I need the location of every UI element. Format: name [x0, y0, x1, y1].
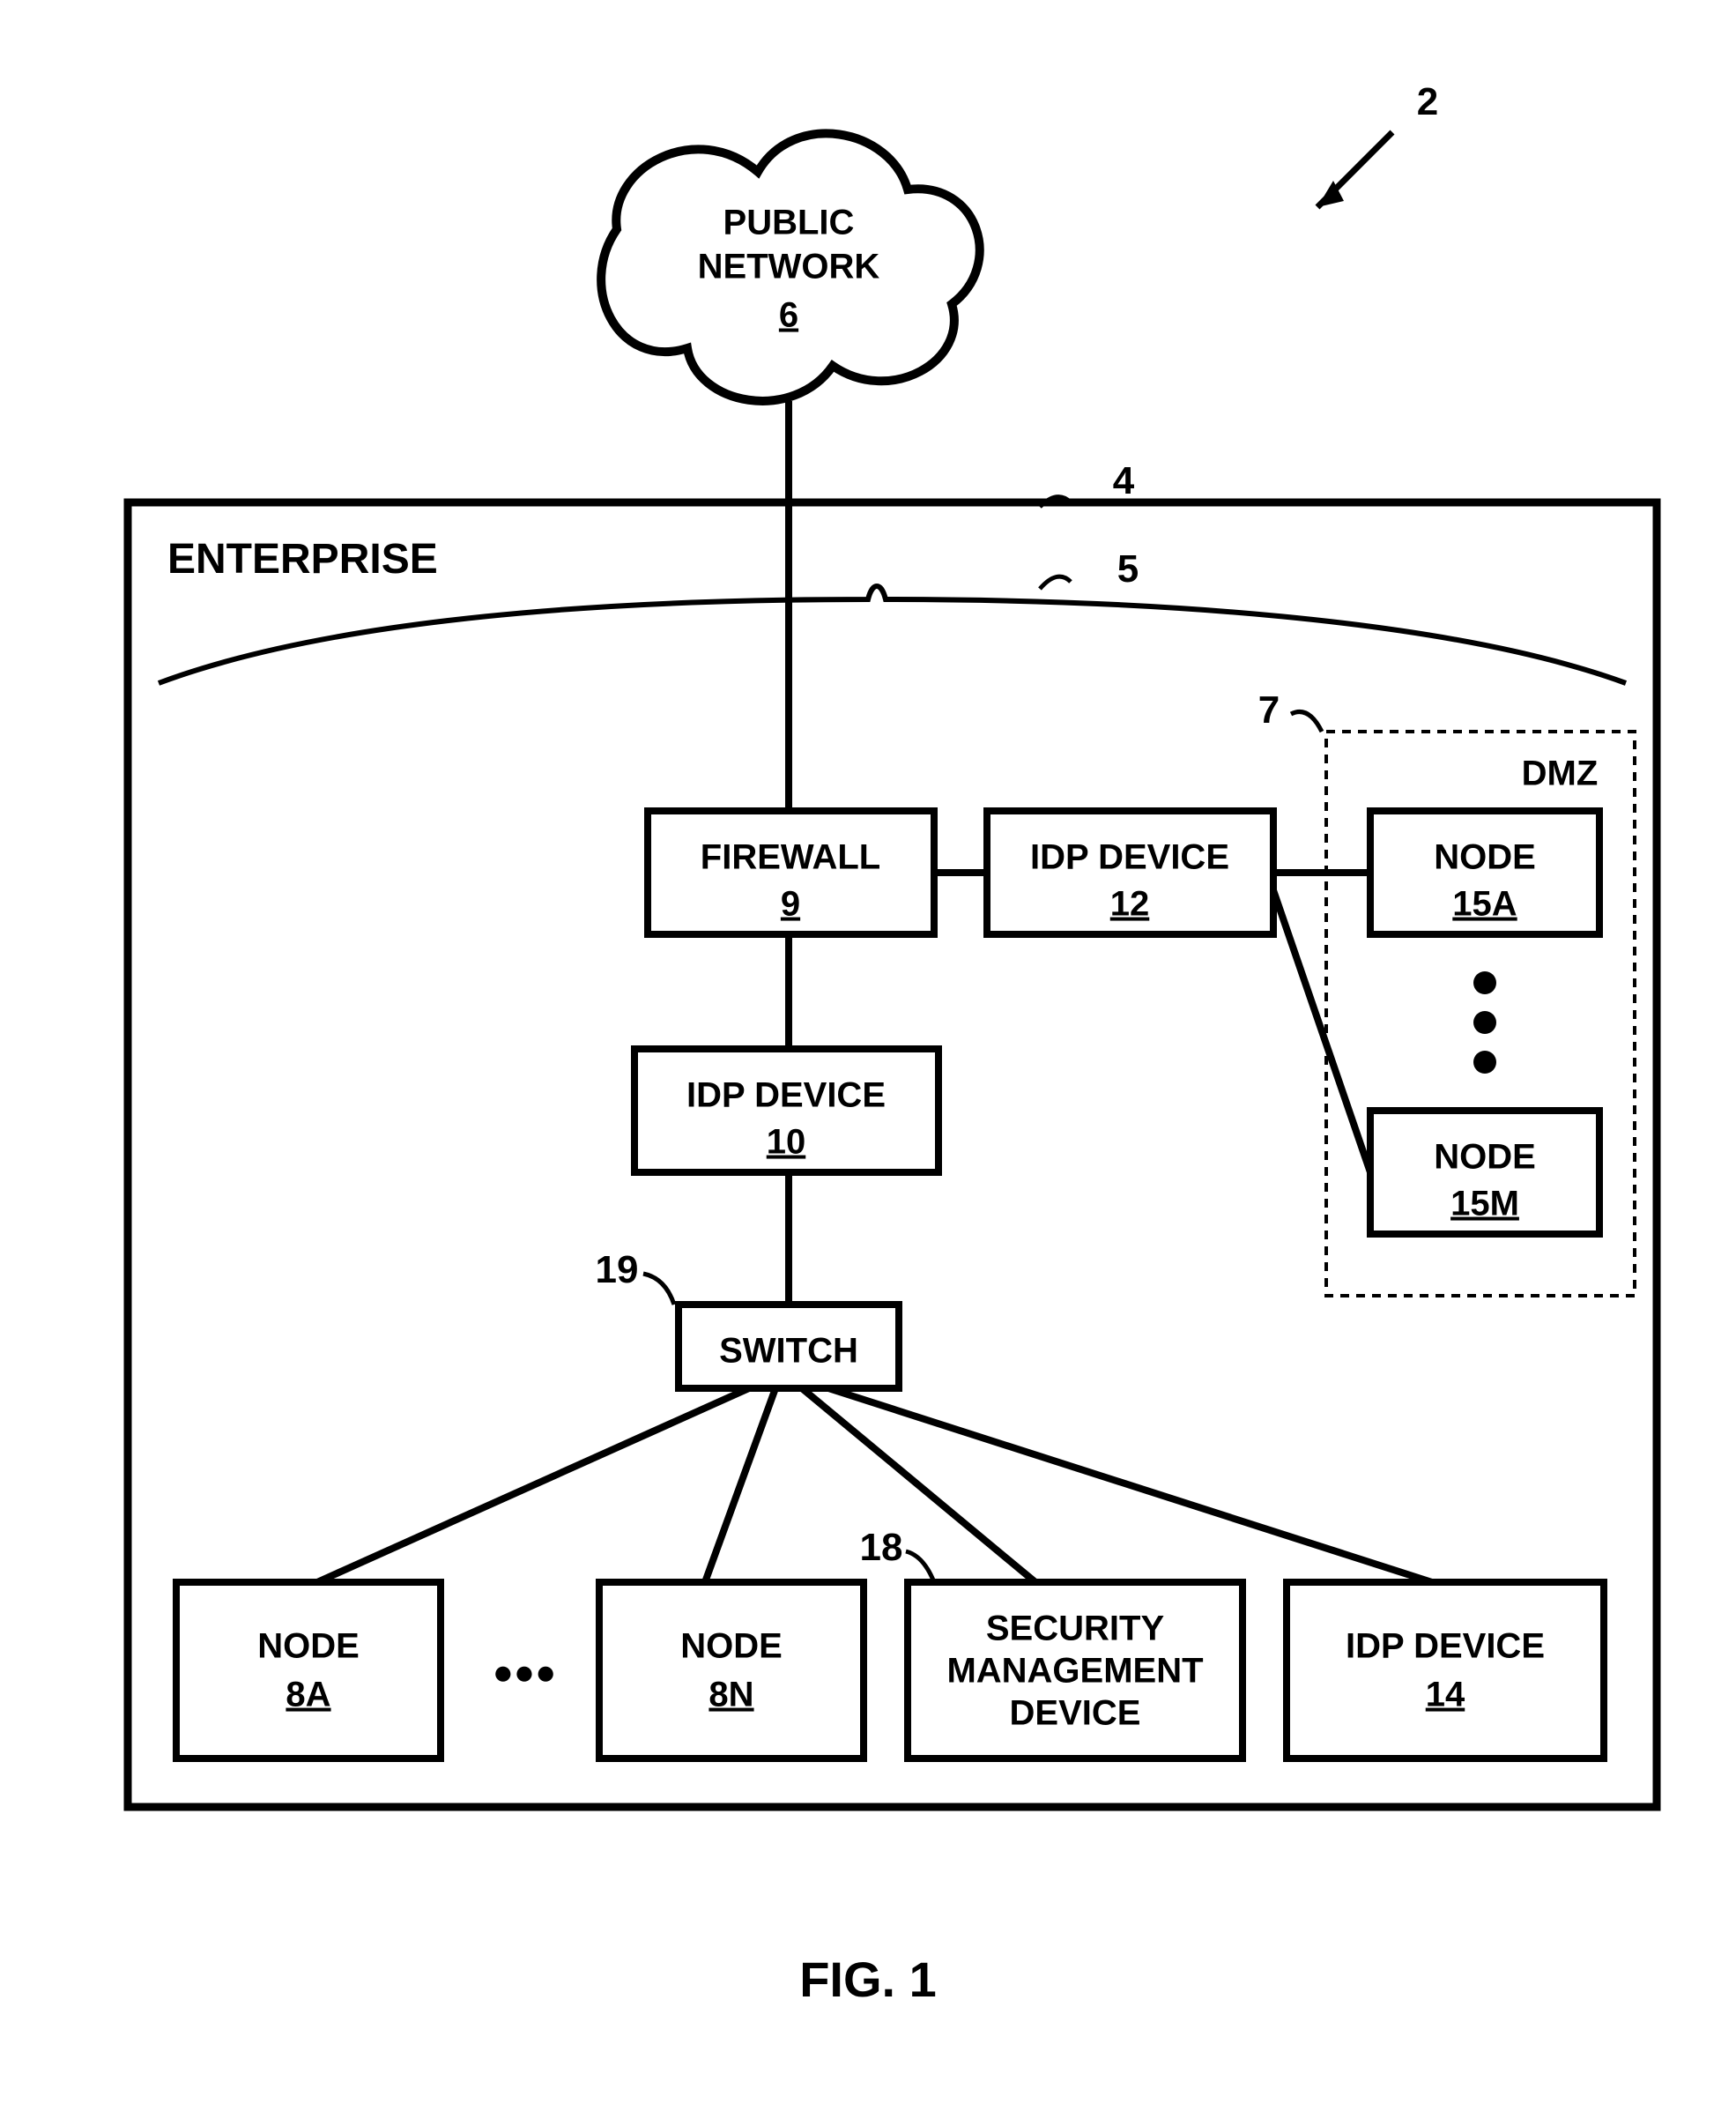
secmgmt-box: SECURITY MANAGEMENT DEVICE 18 — [860, 1526, 1243, 1758]
svg-text:NODE: NODE — [1434, 1138, 1536, 1177]
node8n-box: NODE 8N — [599, 1582, 864, 1758]
svg-text:19: 19 — [596, 1248, 639, 1291]
link-idp12-node15m — [1273, 890, 1370, 1172]
svg-text:SECURITY: SECURITY — [986, 1610, 1165, 1648]
node8a-box: NODE 8A — [176, 1582, 441, 1758]
svg-text:9: 9 — [781, 885, 800, 924]
idp10-box: IDP DEVICE 10 — [634, 1049, 938, 1172]
svg-text:IDP DEVICE: IDP DEVICE — [686, 1076, 886, 1115]
idp14-box: IDP DEVICE 14 — [1287, 1582, 1604, 1758]
svg-text:10: 10 — [767, 1123, 806, 1162]
link-switch-node8n — [705, 1388, 775, 1582]
public-network-line1: PUBLIC — [723, 204, 855, 242]
svg-text:18: 18 — [860, 1526, 903, 1569]
ellipsis-horizontal: ●●● — [493, 1654, 556, 1692]
public-network-ref: 6 — [779, 296, 798, 335]
svg-text:5: 5 — [1117, 547, 1139, 591]
svg-text:8A: 8A — [286, 1676, 330, 1714]
public-network-line2: NETWORK — [698, 248, 880, 286]
firewall-box: FIREWALL 9 — [648, 811, 934, 934]
node15m-box: NODE 15M — [1370, 1111, 1599, 1234]
svg-text:IDP DEVICE: IDP DEVICE — [1030, 838, 1229, 877]
svg-text:8N: 8N — [708, 1676, 753, 1714]
svg-text:NODE: NODE — [680, 1627, 783, 1666]
svg-text:SWITCH: SWITCH — [719, 1332, 858, 1371]
svg-text:MANAGEMENT: MANAGEMENT — [946, 1652, 1203, 1691]
svg-text:15M: 15M — [1450, 1185, 1519, 1223]
public-network-cloud: PUBLIC NETWORK 6 — [601, 133, 980, 400]
link-switch-node8a — [317, 1388, 749, 1582]
svg-text:14: 14 — [1426, 1676, 1465, 1714]
switch-box: SWITCH 19 — [596, 1248, 899, 1388]
svg-text:NODE: NODE — [1434, 838, 1536, 877]
svg-text:7: 7 — [1258, 688, 1280, 732]
svg-text:15A: 15A — [1452, 885, 1517, 924]
figure-ref-arrow: 2 — [1317, 80, 1438, 207]
ellipsis-vertical — [1473, 971, 1496, 1074]
idp12-box: IDP DEVICE 12 — [987, 811, 1273, 934]
network-diagram: 2 PUBLIC NETWORK 6 ENTERPRISE 4 5 FIREWA… — [0, 0, 1736, 2119]
svg-text:DMZ: DMZ — [1522, 755, 1599, 793]
svg-text:DEVICE: DEVICE — [1010, 1694, 1141, 1733]
svg-text:12: 12 — [1110, 885, 1150, 924]
enterprise-label: ENTERPRISE — [167, 536, 438, 583]
node15a-box: NODE 15A — [1370, 811, 1599, 934]
svg-text:FIREWALL: FIREWALL — [701, 838, 880, 877]
svg-text:4: 4 — [1113, 459, 1135, 502]
figure-ref-label: 2 — [1417, 80, 1438, 123]
figure-caption: FIG. 1 — [799, 1952, 937, 2007]
svg-text:IDP DEVICE: IDP DEVICE — [1346, 1627, 1545, 1666]
svg-text:NODE: NODE — [257, 1627, 360, 1666]
